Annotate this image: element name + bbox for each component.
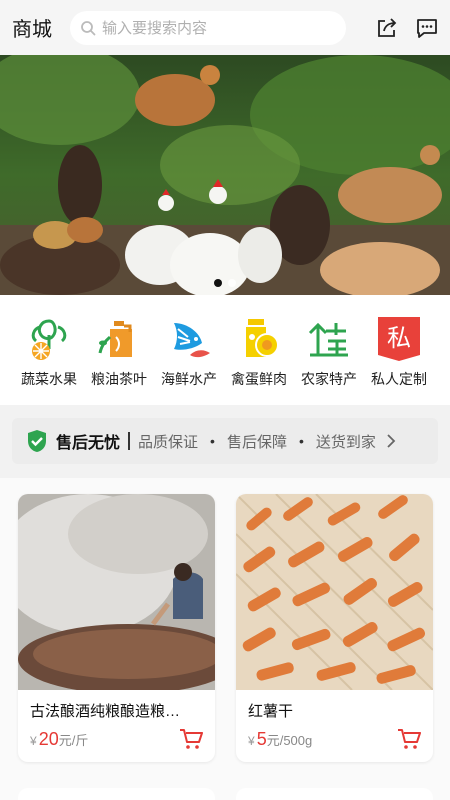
chat-icon xyxy=(417,18,437,38)
vegetables-fruit-icon xyxy=(31,319,67,360)
category-vegetables-fruit[interactable]: 蔬菜水果 xyxy=(14,313,84,405)
category-farm-specialty[interactable]: 农家特产 xyxy=(294,313,364,405)
search-icon xyxy=(81,20,96,35)
grain-oil-tea-icon xyxy=(98,321,132,357)
price-unit: 元/500g xyxy=(266,733,313,748)
category-label: 蔬菜水果 xyxy=(21,371,77,387)
assurance-item: 品质保证 xyxy=(138,433,199,451)
service-assurance-bar[interactable]: 售后无忧 品质保证 • 售后保障 • 送货到家 xyxy=(12,418,438,464)
banner-image xyxy=(0,55,450,295)
search-placeholder: 输入要搜索内容 xyxy=(102,20,208,37)
top-bar: 商城 输入要搜索内容 xyxy=(0,0,450,55)
assurance-item: 售后保障 xyxy=(226,433,287,451)
custom-icon: 私 xyxy=(378,317,420,361)
product-image xyxy=(18,494,215,690)
chevron-right-icon xyxy=(387,434,396,448)
category-label: 海鲜水产 xyxy=(161,371,217,387)
product-name: 红薯干 xyxy=(248,703,294,720)
bullet-separator: • xyxy=(210,433,215,449)
price-value: 20 xyxy=(38,729,59,749)
category-label: 私人定制 xyxy=(371,371,427,387)
category-nav: 蔬菜水果 粮油茶叶 海鲜水产 禽蛋鲜肉 农家特产 私 私人定制 xyxy=(0,295,450,405)
product-card-partial[interactable] xyxy=(236,788,433,800)
category-grain-oil-tea[interactable]: 粮油茶叶 xyxy=(84,313,154,405)
category-seafood[interactable]: 海鲜水产 xyxy=(154,313,224,405)
product-card[interactable]: 红薯干 ¥ 5 元/500g xyxy=(236,494,433,762)
category-label: 禽蛋鲜肉 xyxy=(231,371,287,387)
divider xyxy=(128,432,131,450)
shield-check-icon xyxy=(28,430,46,452)
category-custom[interactable]: 私 私人定制 xyxy=(364,313,434,405)
eggs-meat-icon xyxy=(246,319,279,357)
bullet-separator: • xyxy=(298,433,304,449)
currency-symbol: ¥ xyxy=(248,734,255,748)
product-card[interactable]: 古法酿酒纯粮酿造粮… ¥ 20 元/斤 xyxy=(18,494,215,762)
product-name: 古法酿酒纯粮酿造粮… xyxy=(30,703,181,720)
product-grid: 古法酿酒纯粮酿造粮… ¥ 20 元/斤 红薯干 ¥ 5 元/500g xyxy=(0,478,450,800)
category-label: 粮油茶叶 xyxy=(91,371,147,387)
promo-banner[interactable] xyxy=(0,55,450,295)
share-icon xyxy=(378,17,397,37)
page-title: 商城 xyxy=(12,19,52,41)
assurance-title: 售后无忧 xyxy=(56,435,121,452)
product-price: ¥ 20 元/斤 xyxy=(30,729,88,750)
product-image xyxy=(236,494,433,690)
price-value: 5 xyxy=(256,729,267,749)
seafood-icon xyxy=(174,323,210,358)
add-to-cart-icon[interactable] xyxy=(179,728,203,750)
product-price: ¥ 5 元/500g xyxy=(248,729,312,750)
category-label: 农家特产 xyxy=(301,371,357,387)
banner-pagination xyxy=(0,279,450,287)
product-card-partial[interactable] xyxy=(18,788,215,800)
farm-specialty-icon xyxy=(308,322,348,357)
pagination-dot-active[interactable] xyxy=(214,279,222,287)
category-eggs-meat[interactable]: 禽蛋鲜肉 xyxy=(224,313,294,405)
currency-symbol: ¥ xyxy=(30,734,37,748)
add-to-cart-icon[interactable] xyxy=(397,728,421,750)
share-button[interactable] xyxy=(374,15,400,41)
custom-icon-glyph: 私 xyxy=(387,324,411,352)
message-button[interactable] xyxy=(414,15,440,41)
assurance-item: 送货到家 xyxy=(315,433,376,451)
search-input[interactable]: 输入要搜索内容 xyxy=(70,10,346,45)
pagination-dot[interactable] xyxy=(228,279,236,287)
price-unit: 元/斤 xyxy=(58,733,89,748)
